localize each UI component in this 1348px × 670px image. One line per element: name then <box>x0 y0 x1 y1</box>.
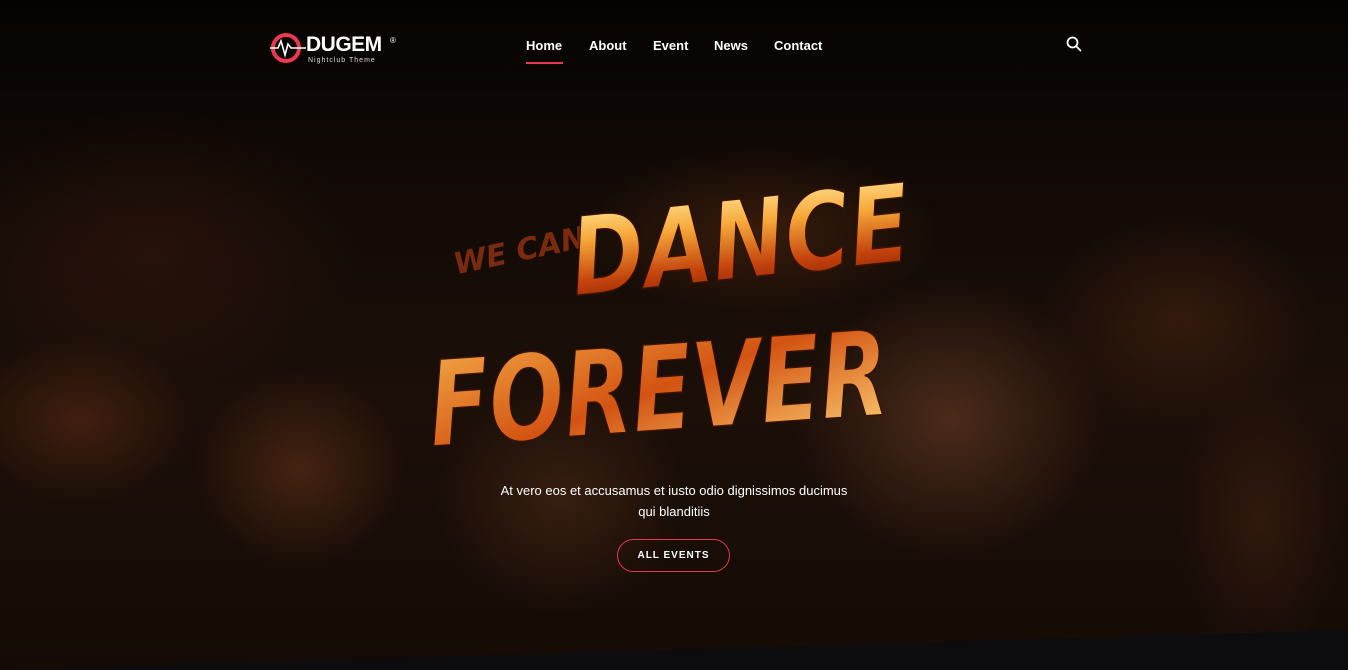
nav-item-contact[interactable]: Contact <box>774 38 822 53</box>
active-nav-indicator <box>526 62 563 64</box>
registered-mark: ® <box>390 36 396 45</box>
nav-item-home[interactable]: Home <box>526 38 562 53</box>
logo-subtitle: Nightclub Theme <box>308 57 376 64</box>
hero-headline: WE CAN DANCE FOREVER <box>420 130 940 475</box>
logo-pulse-icon <box>270 33 306 63</box>
nav-item-news[interactable]: News <box>714 38 748 53</box>
nav-item-about[interactable]: About <box>589 38 627 53</box>
tagline-line-1: At vero eos et accusamus et iusto odio d… <box>500 483 848 498</box>
section-divider <box>0 630 1348 670</box>
all-events-button[interactable]: ALL EVENTS <box>617 539 730 572</box>
logo-wordmark: DUGEM <box>306 33 382 56</box>
site-header: DUGEM ® Nightclub Theme Home About Event… <box>0 0 1348 90</box>
hero-tagline: At vero eos et accusamus et iusto odio d… <box>474 480 874 522</box>
logo[interactable]: DUGEM ® Nightclub Theme <box>268 27 408 69</box>
search-icon[interactable] <box>1065 35 1083 53</box>
headline-second: FOREVER <box>424 304 893 460</box>
nav-item-event[interactable]: Event <box>653 38 688 53</box>
tagline-line-2: qui blanditiis <box>638 504 710 519</box>
headline-main: DANCE <box>565 161 916 321</box>
